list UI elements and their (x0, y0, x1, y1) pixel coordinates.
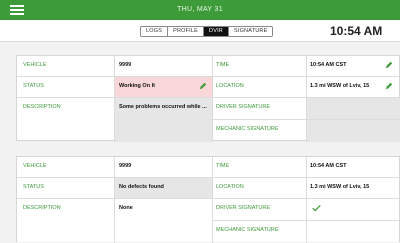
description-label: DESCRIPTION (17, 199, 115, 243)
location-label: LOCATION (213, 77, 307, 97)
signature-labels: DRIVER SIGNATURE MECHANIC SIGNATURE (213, 199, 307, 243)
driver-signature-label: DRIVER SIGNATURE (213, 98, 306, 120)
tab-logs[interactable]: LOGS (141, 27, 169, 36)
time-text: 10:54 AM CST (310, 62, 347, 68)
description-value: None (115, 199, 213, 243)
pencil-icon[interactable] (385, 82, 393, 90)
table-row: VEHICLE 9999 TIME 10:54 AM CST (17, 157, 400, 178)
dvir-report-card: VEHICLE 9999 TIME 10:54 AM CST STATUS No… (16, 156, 400, 243)
time-label: TIME (213, 56, 307, 76)
tab-signature[interactable]: SIGNATURE (228, 27, 273, 36)
location-value: 1.3 mi WSW of Lviv, 15 (310, 184, 370, 190)
status-label: STATUS (17, 178, 115, 198)
pencil-icon[interactable] (199, 82, 207, 90)
description-label: DESCRIPTION (17, 98, 115, 142)
description-value[interactable]: Some problems occurred while ... (115, 98, 213, 142)
location-value[interactable]: 1.3 mi WSW of Lviv, 15 (307, 77, 400, 97)
table-row: STATUS No defects found LOCATION 1.3 mi … (17, 178, 400, 199)
tab-dvir[interactable]: DVIR (204, 27, 229, 36)
page-title: THU, MAY 31 (177, 6, 223, 13)
location-label: LOCATION (213, 178, 307, 198)
mechanic-signature-value[interactable] (307, 120, 400, 142)
status-value[interactable]: Working On It (115, 77, 213, 97)
status-value: No defects found (115, 178, 213, 198)
driver-signature-value[interactable] (307, 98, 400, 120)
mechanic-signature-value[interactable] (307, 221, 400, 243)
vehicle-label: VEHICLE (17, 157, 115, 177)
signature-values (307, 199, 400, 243)
top-app-bar: THU, MAY 31 (0, 0, 400, 20)
tab-profile[interactable]: PROFILE (168, 27, 205, 36)
location-text: 1.3 mi WSW of Lviv, 15 (310, 83, 370, 89)
signature-labels: DRIVER SIGNATURE MECHANIC SIGNATURE (213, 98, 307, 142)
pencil-icon[interactable] (385, 61, 393, 69)
vehicle-value: 9999 (115, 157, 213, 177)
table-row: DESCRIPTION Some problems occurred while… (17, 98, 400, 142)
table-row: VEHICLE 9999 TIME 10:54 AM CST (17, 56, 400, 77)
mechanic-signature-label: MECHANIC SIGNATURE (216, 227, 279, 233)
time-value[interactable]: 10:54 AM CST (307, 56, 400, 76)
tab-toolbar: LOGS PROFILE DVIR SIGNATURE 10:54 AM (0, 20, 400, 42)
dvir-report-card: VEHICLE 9999 TIME 10:54 AM CST STATUS Wo… (16, 55, 400, 142)
time-label: TIME (213, 157, 307, 177)
mechanic-signature-label: MECHANIC SIGNATURE (216, 126, 279, 132)
time-value: 10:54 AM CST (310, 163, 347, 169)
current-time: 10:54 AM (330, 24, 383, 38)
status-text: Working On It (119, 83, 155, 89)
driver-signature-value[interactable] (307, 199, 400, 221)
vehicle-value: 9999 (115, 56, 213, 76)
driver-signature-label: DRIVER SIGNATURE (213, 199, 306, 221)
tab-group: LOGS PROFILE DVIR SIGNATURE (140, 26, 274, 37)
vehicle-label: VEHICLE (17, 56, 115, 76)
signature-values (307, 98, 400, 142)
status-label: STATUS (17, 77, 115, 97)
check-icon (312, 204, 321, 212)
table-row: STATUS Working On It LOCATION 1.3 mi WSW… (17, 77, 400, 98)
table-row: DESCRIPTION None DRIVER SIGNATURE MECHAN… (17, 199, 400, 243)
